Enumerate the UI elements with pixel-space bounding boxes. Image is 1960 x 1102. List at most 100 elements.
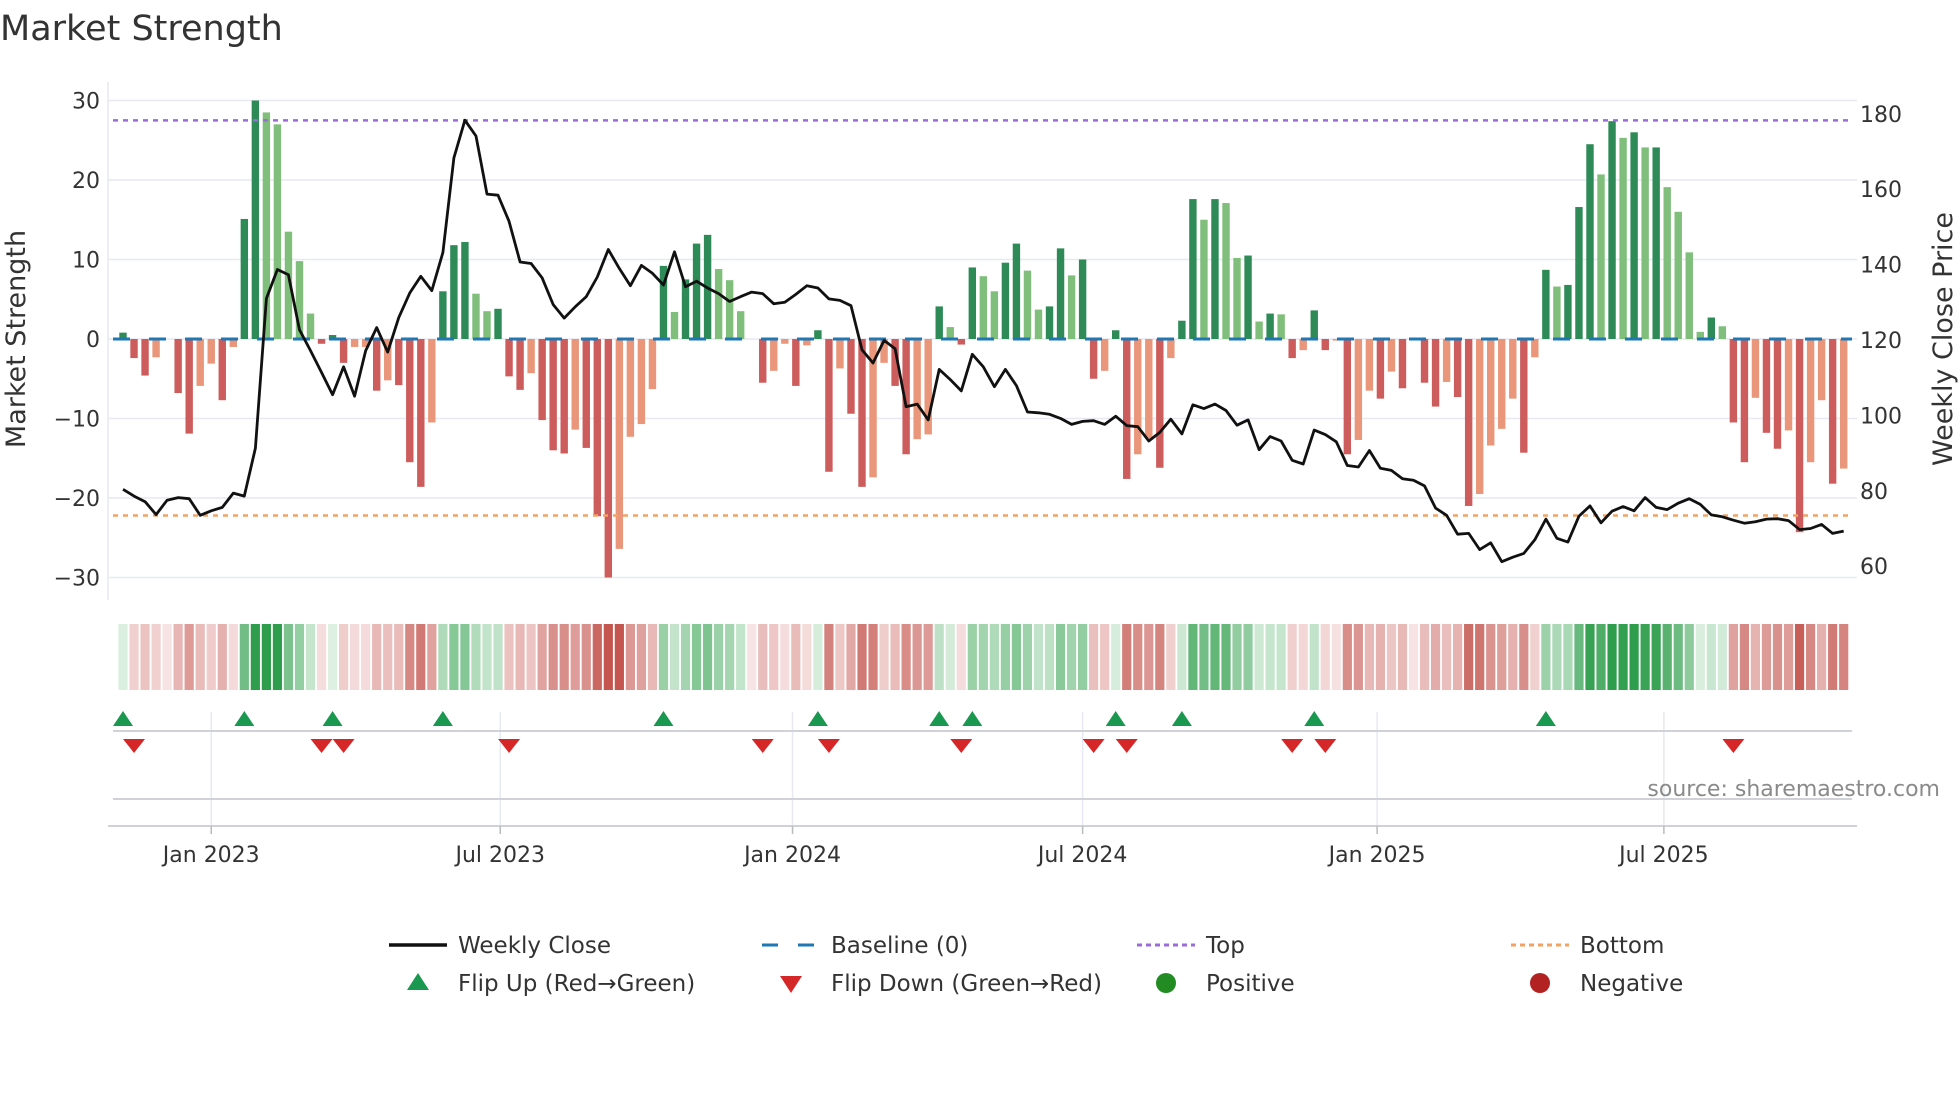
y2-tick-label: 120 — [1860, 329, 1902, 354]
strength-bar — [1112, 330, 1120, 339]
heat-cell — [890, 624, 900, 690]
heat-cell — [857, 624, 867, 690]
heat-cell — [416, 624, 426, 690]
strength-bar — [207, 339, 215, 364]
flip-down-marker — [1082, 739, 1105, 753]
strength-bar — [1475, 339, 1484, 495]
heat-cell — [1078, 624, 1088, 690]
strength-bar — [1023, 270, 1032, 339]
strength-bar — [472, 293, 480, 339]
strength-bar — [1288, 339, 1296, 359]
strength-bar — [1839, 339, 1848, 469]
strength-bar — [946, 327, 954, 339]
y-tick-label: 10 — [72, 249, 100, 274]
heat-cell — [967, 624, 977, 690]
strength-bar — [395, 339, 403, 386]
heat-cell — [1375, 624, 1386, 690]
strength-bar — [1828, 339, 1837, 484]
strength-bar — [350, 339, 359, 347]
heat-cell — [1673, 624, 1683, 690]
strength-bar — [1630, 132, 1638, 339]
heat-cell — [1805, 624, 1816, 690]
strength-bar — [1795, 339, 1804, 533]
heat-cell — [1177, 624, 1187, 690]
legend-symbol-triangle-down — [780, 976, 802, 993]
heat-cell — [173, 624, 183, 690]
heat-cell — [217, 624, 227, 690]
heat-cell — [294, 624, 305, 690]
heat-cell — [559, 624, 569, 690]
strength-bar — [516, 339, 524, 390]
heat-cell — [835, 624, 845, 690]
legend-label: Top — [1205, 933, 1245, 959]
x-axis: Jan 2023 Jul 2023 Jan 2024 Jul 2024 Jan 2025… — [108, 730, 1857, 868]
strength-bar — [1442, 339, 1451, 382]
heat-cell — [702, 624, 713, 690]
heat-cell — [1265, 624, 1275, 690]
heat-cell — [383, 624, 393, 690]
heat-cell — [1210, 624, 1220, 690]
heat-cell — [669, 624, 680, 690]
strength-bar — [1012, 243, 1021, 339]
heat-cell — [1541, 624, 1551, 690]
x-tick-label: Jul 2023 — [453, 843, 545, 868]
heat-strip — [118, 624, 1849, 690]
strength-bar — [505, 339, 513, 377]
strength-bar — [571, 339, 579, 430]
x-tick-label: Jan 2023 — [161, 843, 260, 868]
market-strength-chart: Market Strength 3020100−10−20−3018016014… — [0, 9, 1959, 997]
strength-bar — [1674, 211, 1682, 339]
heat-cell — [956, 624, 966, 690]
x-tick-label: Jan 2025 — [1327, 843, 1426, 868]
y-tick-label: −10 — [54, 408, 100, 433]
heat-cell — [1464, 624, 1474, 690]
heat-cell — [1651, 624, 1661, 690]
strength-bar — [1520, 339, 1528, 453]
heat-cell — [1486, 624, 1496, 690]
heat-cell — [261, 624, 271, 690]
heat-cell — [1055, 624, 1066, 690]
heat-cell — [1817, 624, 1827, 690]
heat-cell — [1519, 624, 1529, 690]
strength-bar — [196, 339, 204, 386]
heat-cell — [1430, 624, 1441, 690]
heat-cell — [1033, 624, 1044, 690]
strength-bar — [1222, 203, 1230, 339]
heat-cell — [912, 624, 922, 690]
heat-cell — [1022, 624, 1033, 690]
strength-bar — [560, 339, 568, 454]
strength-bar — [1542, 269, 1550, 339]
heat-cell — [1783, 624, 1794, 690]
y-tick-label: 0 — [86, 328, 100, 353]
strength-bar — [781, 339, 789, 344]
heat-cell — [515, 624, 525, 690]
heat-cell — [1640, 624, 1650, 690]
strength-bar — [582, 339, 590, 448]
heat-cell — [1243, 624, 1253, 690]
heat-cell — [813, 624, 823, 690]
strength-bar — [1156, 339, 1164, 468]
legend: Weekly Close Baseline (0) Top Bottom Flip Up… — [389, 933, 1683, 997]
strength-bar — [317, 339, 326, 344]
strength-bar — [141, 339, 149, 376]
axes: 3020100−10−20−301801601401201008060Marke… — [1, 82, 1959, 600]
strength-bar — [494, 308, 502, 339]
heat-cell — [272, 624, 283, 690]
legend-label: Weekly Close — [458, 933, 611, 959]
heat-cell — [846, 624, 856, 690]
legend-symbol-circle-red — [1530, 973, 1550, 993]
heat-cell — [526, 624, 536, 690]
strength-bar — [1189, 199, 1197, 339]
heat-cell — [824, 624, 834, 690]
strength-bar — [1453, 339, 1462, 398]
strength-bar — [736, 311, 745, 339]
heat-cell — [1772, 624, 1783, 690]
legend-label: Positive — [1206, 971, 1295, 997]
flip-up-marker — [807, 711, 828, 726]
heat-cell — [868, 624, 878, 690]
price-line-group — [122, 118, 1844, 564]
strength-bar — [1056, 248, 1065, 339]
heat-cell — [736, 624, 746, 690]
heat-cell — [769, 624, 779, 690]
y2-tick-label: 140 — [1860, 254, 1902, 279]
